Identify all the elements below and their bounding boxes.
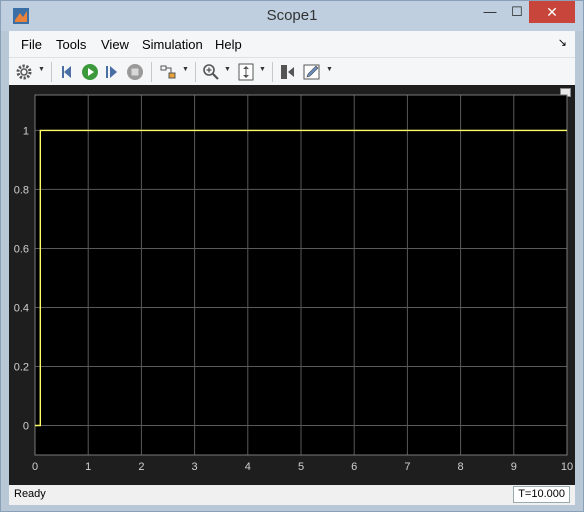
toolbar-separator [51,62,52,82]
x-tick-label: 0 [32,461,38,473]
x-tick-label: 4 [245,461,251,473]
toolbar: ▼ ▼ ▼ ▼ ▼ [9,57,575,85]
run-icon[interactable] [81,63,99,81]
x-tick-label: 10 [561,461,573,473]
maximize-button[interactable]: ☐ [504,1,530,23]
x-tick-label: 1 [85,461,91,473]
step-back-icon[interactable] [59,63,77,81]
plot-frame: 0 1 2 3 4 5 6 7 8 9 10 0 0.2 0.4 0.6 0.8 1 [9,85,575,485]
stop-icon[interactable] [126,63,144,81]
restore-view-icon[interactable] [279,63,297,81]
menu-file[interactable]: File [21,37,42,52]
scope-plot[interactable]: 0 1 2 3 4 5 6 7 8 9 10 0 0.2 0.4 0.6 0.8 1 [9,85,575,485]
signal-select-icon[interactable] [159,63,177,81]
scale-axes-dropdown-icon[interactable]: ▼ [259,66,266,73]
y-tick-label: 0.2 [14,361,29,373]
y-tick-label: 0.6 [14,243,29,255]
x-tick-label: 6 [351,461,357,473]
zoom-dropdown-icon[interactable]: ▼ [224,66,231,73]
settings-dropdown-icon[interactable]: ▼ [38,66,45,73]
zoom-in-icon[interactable] [202,63,220,81]
title-bar[interactable]: Scope1 — ☐ ✕ [1,1,583,31]
x-tick-label: 8 [458,461,464,473]
step-forward-icon[interactable] [103,63,121,81]
scope-window: Scope1 — ☐ ✕ File Tools View Simulation … [0,0,584,512]
menu-tools[interactable]: Tools [56,37,86,52]
x-tick-label: 3 [192,461,198,473]
menu-bar: File Tools View Simulation Help ↘ [9,31,575,57]
scale-axes-icon[interactable] [237,63,255,81]
simulation-time: T=10.000 [513,486,570,503]
status-bar: Ready T=10.000 [9,485,575,505]
toolbar-separator [151,62,152,82]
edit-dropdown-icon[interactable]: ▼ [326,66,333,73]
signal-select-dropdown-icon[interactable]: ▼ [182,66,189,73]
toolbar-separator [195,62,196,82]
edit-icon[interactable] [303,63,321,81]
settings-icon[interactable] [15,63,33,81]
y-tick-label: 0.8 [14,184,29,196]
minimize-button[interactable]: — [477,1,503,23]
y-tick-label: 1 [23,125,29,137]
y-tick-label: 0.4 [14,302,29,314]
dock-arrow-icon[interactable]: ↘ [558,36,567,49]
menu-simulation[interactable]: Simulation [142,37,203,52]
x-tick-label: 5 [298,461,304,473]
x-tick-label: 2 [138,461,144,473]
menu-view[interactable]: View [101,37,129,52]
menu-help[interactable]: Help [215,37,242,52]
toolbar-separator [272,62,273,82]
status-text: Ready [14,488,46,500]
x-tick-label: 7 [404,461,410,473]
close-button[interactable]: ✕ [529,1,575,23]
y-tick-label: 0 [23,420,29,432]
x-tick-label: 9 [511,461,517,473]
